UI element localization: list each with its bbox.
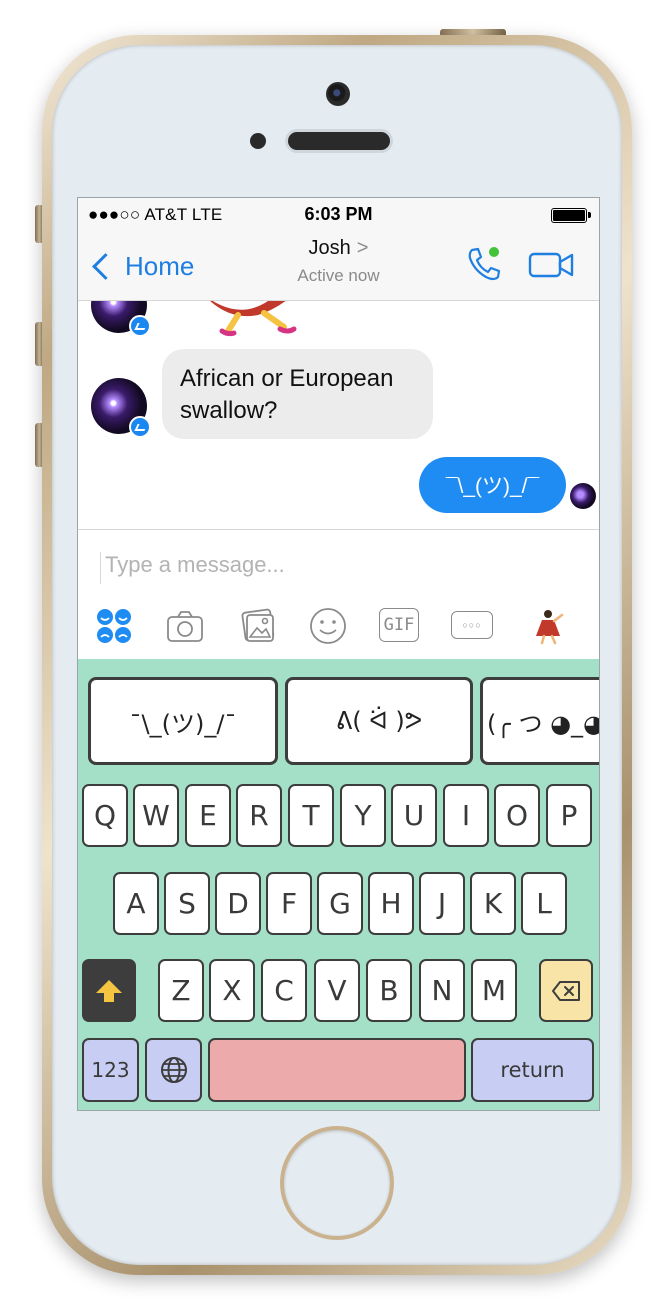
contact-title[interactable]: Josh > [78,237,599,260]
video-call-icon[interactable] [528,246,576,282]
proximity-sensor [250,133,266,149]
key-n[interactable]: N [419,959,465,1022]
key-i[interactable]: I [443,784,489,847]
globe-icon [160,1057,187,1083]
earpiece-speaker [288,132,390,150]
phone-call-icon[interactable] [464,244,504,284]
messenger-badge-icon [129,416,151,438]
gallery-icon[interactable] [238,606,278,646]
chevron-right-icon: > [356,237,369,259]
shift-key[interactable] [82,959,136,1022]
conversation-header: Home Josh > Active now [78,230,599,301]
key-z[interactable]: Z [158,959,204,1022]
kaomoji-keyboard: ¯\_(ツ)_/¯ ᕕ( ᐛ )ᕗ (╭ つ ◕_◕ Q W E R T Y U… [78,659,599,1110]
kaomoji-suggestion[interactable]: ¯\_(ツ)_/¯ [88,677,278,765]
dancer-sticker-icon[interactable] [198,301,308,337]
camera-icon[interactable] [165,606,205,646]
key-m[interactable]: M [471,959,517,1022]
key-x[interactable]: X [209,959,255,1022]
key-e[interactable]: E [185,784,231,847]
more-label: ○○○ [462,620,482,630]
numbers-key[interactable]: 123 [82,1038,139,1102]
key-u[interactable]: U [391,784,437,847]
key-j[interactable]: J [419,872,465,935]
delete-key[interactable] [539,959,593,1022]
contact-avatar[interactable] [91,378,151,438]
status-time: 6:03 PM [304,204,373,224]
home-button[interactable] [284,1130,390,1236]
key-p[interactable]: P [546,784,592,847]
key-v[interactable]: V [314,959,360,1022]
emoji-icon[interactable] [308,606,348,646]
key-f[interactable]: F [266,872,312,935]
stickers-icon[interactable] [94,606,134,646]
key-h[interactable]: H [368,872,414,935]
key-r[interactable]: R [236,784,282,847]
key-k[interactable]: K [470,872,516,935]
kaomoji-suggestion[interactable]: (╭ つ ◕_◕ [480,677,599,765]
key-o[interactable]: O [494,784,540,847]
gif-icon[interactable]: GIF [379,608,419,642]
key-d[interactable]: D [215,872,261,935]
key-s[interactable]: S [164,872,210,935]
globe-key[interactable] [145,1038,202,1102]
contact-avatar[interactable] [91,301,151,337]
key-c[interactable]: C [261,959,307,1022]
space-key[interactable] [208,1038,466,1102]
backspace-icon [552,980,580,1001]
battery-icon [551,208,591,223]
gif-label: GIF [383,615,415,635]
key-a[interactable]: A [113,872,159,935]
incoming-message-bubble[interactable]: African or European swallow? [162,349,433,439]
shift-arrow-icon [96,979,122,1002]
screen: ●●●○○ AT&T LTE 6:03 PM Home Josh > Active… [77,197,600,1111]
message-input[interactable]: Type a message... [100,552,575,584]
front-camera [326,82,350,106]
seen-avatar [570,483,596,509]
kaomoji-suggestion[interactable]: ᕕ( ᐛ )ᕗ [285,677,473,765]
key-q[interactable]: Q [82,784,128,847]
messenger-badge-icon [129,315,151,337]
return-key[interactable]: return [471,1038,594,1102]
more-icon[interactable]: ○○○ [451,611,493,639]
message-thread[interactable]: African or European swallow? ¯\_(ツ)_/¯ [78,301,599,529]
outgoing-message-bubble[interactable]: ¯\_(ツ)_/¯ [419,457,566,513]
active-status: Active now [297,266,380,285]
key-t[interactable]: T [288,784,334,847]
composer: Type a message... GIF ○○○ [78,529,599,660]
key-g[interactable]: G [317,872,363,935]
status-bar: ●●●○○ AT&T LTE 6:03 PM [78,198,599,230]
key-w[interactable]: W [133,784,179,847]
dancer-emoji-icon[interactable] [528,606,568,646]
key-l[interactable]: L [521,872,567,935]
key-b[interactable]: B [366,959,412,1022]
contact-name: Josh [308,237,351,259]
key-y[interactable]: Y [340,784,386,847]
